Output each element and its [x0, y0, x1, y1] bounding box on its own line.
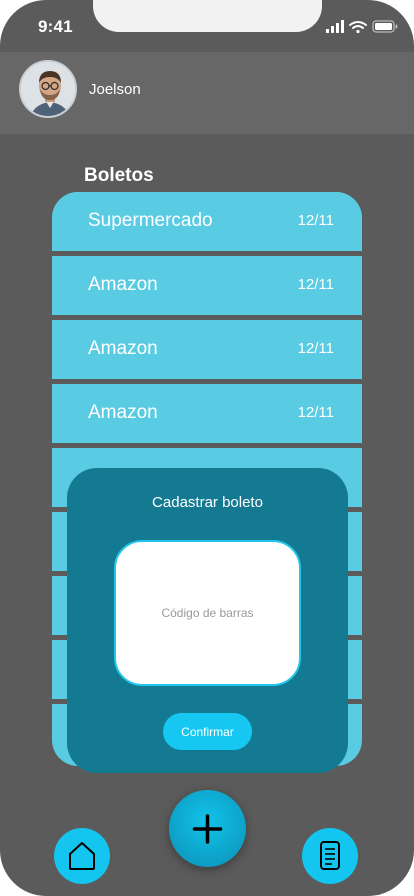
home-icon — [69, 842, 95, 870]
boleto-date: 12/11 — [297, 340, 334, 357]
add-boleto-button[interactable] — [169, 790, 246, 867]
battery-icon — [372, 20, 398, 33]
section-title: Boletos — [84, 165, 154, 186]
avatar-image — [21, 62, 75, 116]
status-icons — [326, 20, 398, 34]
boleto-name: Supermercado — [88, 210, 213, 231]
boleto-name: Amazon — [88, 402, 158, 423]
modal-title: Cadastrar boleto — [152, 494, 263, 511]
boleto-name: Amazon — [88, 274, 158, 295]
avatar[interactable] — [19, 60, 77, 118]
list-divider — [52, 443, 362, 448]
notch — [93, 0, 322, 32]
boleto-date: 12/11 — [297, 404, 334, 421]
document-icon — [320, 841, 340, 870]
boleto-date: 12/11 — [297, 276, 334, 293]
boleto-name: Amazon — [88, 338, 158, 359]
home-button[interactable] — [54, 828, 110, 884]
barcode-input[interactable] — [114, 540, 301, 686]
user-name: Joelson — [89, 81, 141, 98]
wifi-icon — [349, 21, 367, 34]
confirm-button[interactable]: Confirmar — [163, 713, 252, 750]
boleto-item[interactable]: Supermercado 12/11 — [52, 192, 362, 251]
boleto-date: 12/11 — [297, 212, 334, 229]
boleto-item[interactable]: Amazon 12/11 — [52, 256, 362, 315]
status-time: 9:41 — [38, 17, 73, 36]
signal-icon — [326, 20, 344, 33]
phone-screen: 9:41 Joelson Boletos Supermercado 12/11 … — [0, 0, 414, 896]
plus-icon — [192, 814, 223, 844]
documents-button[interactable] — [302, 828, 358, 884]
register-boleto-modal: Cadastrar boleto Confirmar — [67, 468, 348, 773]
boleto-item[interactable]: Amazon 12/11 — [52, 320, 362, 379]
boleto-item[interactable]: Amazon 12/11 — [52, 384, 362, 443]
profile-header: Joelson — [0, 52, 414, 134]
